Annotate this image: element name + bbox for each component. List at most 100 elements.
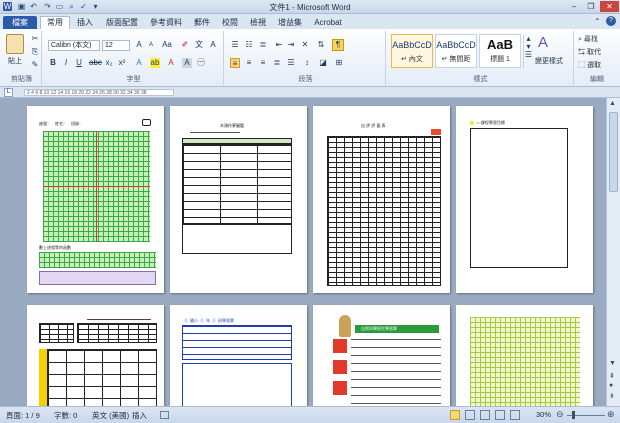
cut-icon[interactable]: ✂ bbox=[30, 34, 40, 44]
style-name: 標題 1 bbox=[490, 56, 510, 63]
grow-font-icon[interactable]: A bbox=[134, 40, 144, 50]
web-layout-icon[interactable] bbox=[480, 410, 490, 420]
align-right-icon[interactable]: ≡ bbox=[258, 58, 268, 68]
strikethrough-icon[interactable]: abc bbox=[89, 58, 102, 68]
tab-insert[interactable]: 插入 bbox=[72, 17, 98, 29]
superscript-icon[interactable]: x² bbox=[117, 58, 127, 68]
font-group: Calibri (本文) 12 A A Aa ✐ 文 A B I U abc x… bbox=[44, 31, 224, 85]
word-count[interactable]: 字數: 0 bbox=[54, 410, 77, 421]
scroll-down-icon[interactable]: ▼ bbox=[609, 360, 616, 367]
tab-addins[interactable]: 增益集 bbox=[274, 17, 306, 29]
chinese-layout-icon[interactable]: ✕ bbox=[300, 40, 310, 50]
zoom-out-icon[interactable]: ⊖ bbox=[556, 409, 564, 420]
line-spacing-icon[interactable]: ↕ bbox=[302, 58, 312, 68]
tab-page-layout[interactable]: 版面配置 bbox=[102, 17, 142, 29]
numbering-icon[interactable]: ☷ bbox=[244, 40, 254, 50]
borders-icon[interactable]: ⊞ bbox=[334, 58, 344, 68]
style-no-spacing[interactable]: AaBbCcD ↵ 無間距 bbox=[435, 34, 477, 68]
page-count[interactable]: 頁面: 1 / 9 bbox=[6, 410, 40, 421]
increase-indent-icon[interactable]: ⇥ bbox=[286, 40, 296, 50]
scroll-up-icon[interactable]: ▲ bbox=[609, 100, 616, 107]
character-shading-icon[interactable]: A bbox=[182, 58, 192, 68]
close-icon[interactable]: ✕ bbox=[600, 1, 619, 12]
horizontal-ruler[interactable]: 2 4 6 8 10 12 14 16 18 20 22 24 26 28 30… bbox=[24, 89, 174, 96]
subscript-icon[interactable]: x₂ bbox=[104, 58, 114, 68]
document-area[interactable]: 座號： 姓名： 班級： 數上述相等的函數 木頭作夢圖鑑 自 評 評 量 表 ○○… bbox=[0, 98, 606, 406]
replace-button[interactable]: ⇆ 取代 bbox=[578, 47, 614, 58]
page-thumbnail-3[interactable]: 自 評 評 量 表 bbox=[313, 106, 450, 293]
style-normal[interactable]: AaBbCcD ↵ 內文 bbox=[391, 34, 433, 68]
insert-mode[interactable]: 插入 bbox=[132, 410, 147, 421]
shading-icon[interactable]: ◪ bbox=[318, 58, 328, 68]
styles-group: AaBbCcD ↵ 內文 AaBbCcD ↵ 無間距 AaB 標題 1 ▴ ▾ ☰ … bbox=[388, 31, 574, 85]
enclose-characters-icon[interactable]: ㊀ bbox=[196, 58, 206, 68]
font-size-select[interactable]: 12 bbox=[102, 40, 130, 51]
vertical-scrollbar[interactable]: ▲ ▼ ⇞ ● ⇟ bbox=[606, 98, 620, 406]
style-heading-1[interactable]: AaB 標題 1 bbox=[479, 34, 521, 68]
select-button[interactable]: ⬚ 選取 bbox=[578, 60, 614, 71]
previous-page-icon[interactable]: ⇞ bbox=[609, 372, 615, 380]
page-thumbnail-8[interactable] bbox=[456, 305, 593, 406]
language[interactable]: 英文 (美國) bbox=[92, 410, 129, 421]
tab-home[interactable]: 常用 bbox=[40, 16, 70, 29]
find-button[interactable]: ⌕ 尋找 bbox=[578, 34, 614, 45]
multilevel-list-icon[interactable]: ≣ bbox=[258, 40, 268, 50]
macro-record-icon[interactable] bbox=[160, 411, 169, 419]
draft-icon[interactable] bbox=[510, 410, 520, 420]
tab-mailings[interactable]: 郵件 bbox=[190, 17, 214, 29]
tab-acrobat[interactable]: Acrobat bbox=[310, 17, 346, 29]
page-thumbnail-4[interactable]: ○○課程學習目標 bbox=[456, 106, 593, 293]
tab-references[interactable]: 參考資料 bbox=[146, 17, 186, 29]
page-thumbnail-2[interactable]: 木頭作夢圖鑑 bbox=[170, 106, 307, 293]
justify-icon[interactable]: ≣ bbox=[272, 58, 282, 68]
page-thumbnail-5[interactable] bbox=[27, 305, 164, 406]
clear-format-icon[interactable]: ✐ bbox=[180, 40, 190, 50]
zoom-slider-thumb[interactable] bbox=[572, 411, 575, 419]
sort-icon[interactable]: ⇅ bbox=[316, 40, 326, 50]
align-center-icon[interactable]: ≡ bbox=[244, 58, 254, 68]
font-name-select[interactable]: Calibri (本文) bbox=[48, 40, 100, 51]
decrease-indent-icon[interactable]: ⇤ bbox=[274, 40, 284, 50]
copy-icon[interactable]: ⎘ bbox=[30, 47, 40, 57]
zoom-in-icon[interactable]: ⊕ bbox=[607, 409, 615, 420]
page-thumbnail-6[interactable]: （）國小（）年（）班學習單 bbox=[170, 305, 307, 406]
bold-icon[interactable]: B bbox=[48, 58, 58, 68]
highlight-icon[interactable]: ab bbox=[150, 58, 160, 68]
change-case-icon[interactable]: Aa bbox=[162, 40, 172, 50]
browse-object-icon[interactable]: ● bbox=[609, 382, 613, 389]
zoom-level[interactable]: 30% bbox=[536, 410, 551, 419]
restore-icon[interactable]: ❐ bbox=[583, 1, 599, 12]
change-styles-button[interactable]: 變更樣式 bbox=[531, 56, 567, 67]
phonetic-guide-icon[interactable]: 文 bbox=[194, 40, 204, 50]
underline-icon[interactable]: U bbox=[74, 58, 84, 68]
paste-button[interactable]: 貼上 bbox=[3, 56, 27, 67]
minimize-icon[interactable]: – bbox=[566, 1, 582, 12]
text-effects-icon[interactable]: A bbox=[134, 58, 144, 68]
distributed-icon[interactable]: ☰ bbox=[286, 58, 296, 68]
align-left-icon[interactable]: ≡ bbox=[230, 58, 240, 68]
show-marks-icon[interactable]: ¶ bbox=[332, 39, 344, 51]
page-thumbnail-7[interactable]: 自然科學探究學習單 bbox=[313, 305, 450, 406]
full-screen-reading-icon[interactable] bbox=[465, 410, 475, 420]
next-page-icon[interactable]: ⇟ bbox=[609, 392, 615, 400]
help-icon[interactable]: ? bbox=[606, 16, 616, 26]
font-color-icon[interactable]: A bbox=[166, 58, 176, 68]
style-name: ↵ 內文 bbox=[401, 56, 423, 63]
format-painter-icon[interactable]: ✎ bbox=[30, 60, 40, 70]
outline-icon[interactable] bbox=[495, 410, 505, 420]
scroll-thumb[interactable] bbox=[609, 112, 618, 192]
paste-icon[interactable] bbox=[6, 34, 24, 54]
tab-file[interactable]: 檔案 bbox=[3, 16, 37, 29]
bullets-icon[interactable]: ☰ bbox=[230, 40, 240, 50]
print-layout-icon[interactable] bbox=[450, 410, 460, 420]
shrink-font-icon[interactable]: A bbox=[146, 40, 156, 50]
character-border-icon[interactable]: A bbox=[208, 40, 218, 50]
ribbon-tabs: 檔案 常用 插入 版面配置 參考資料 郵件 校閱 檢視 增益集 Acrobat … bbox=[0, 14, 620, 29]
tab-selector-icon[interactable]: L bbox=[4, 88, 13, 97]
tab-review[interactable]: 校閱 bbox=[218, 17, 242, 29]
italic-icon[interactable]: I bbox=[61, 58, 71, 68]
tab-view[interactable]: 檢視 bbox=[246, 17, 270, 29]
minimize-ribbon-icon[interactable]: ⌃ bbox=[594, 17, 601, 26]
change-styles-icon[interactable]: A bbox=[538, 34, 548, 51]
page-thumbnail-1[interactable]: 座號： 姓名： 班級： 數上述相等的函數 bbox=[27, 106, 164, 293]
